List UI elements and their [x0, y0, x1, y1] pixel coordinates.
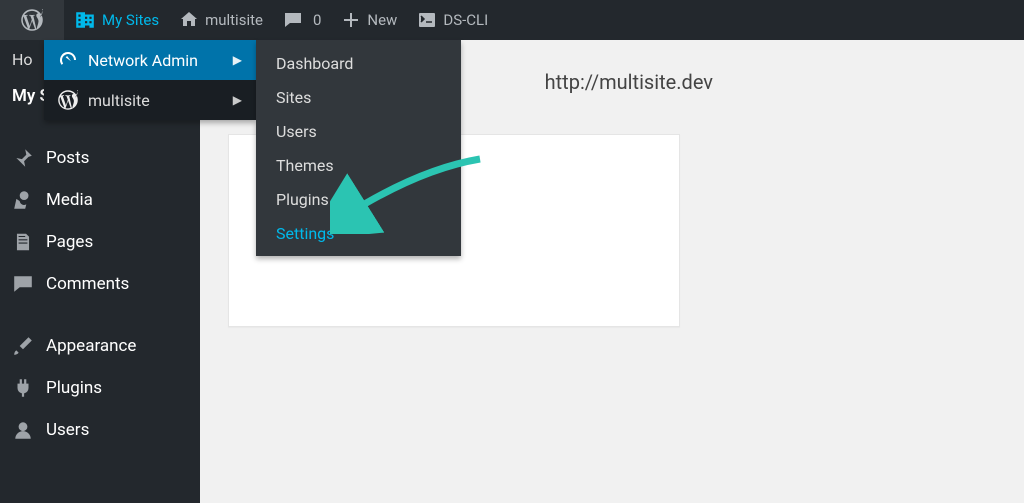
dashboard-icon	[58, 50, 78, 70]
submenu-item-label: Users	[276, 122, 317, 141]
comment-icon	[283, 10, 303, 30]
sidebar-item-label: Posts	[46, 148, 89, 168]
submenu-settings[interactable]: Settings	[256, 216, 461, 250]
wp-logo[interactable]	[0, 0, 64, 40]
submenu-themes[interactable]: Themes	[256, 148, 461, 182]
sidebar-item-label: Pages	[46, 232, 93, 252]
submenu-dashboard[interactable]: Dashboard	[256, 46, 461, 80]
wordpress-icon	[21, 9, 43, 31]
submenu-item-label: Settings	[276, 224, 334, 243]
plugin-icon	[12, 377, 34, 399]
adminbar-site-name[interactable]: multisite	[169, 0, 273, 40]
sidebar-item-comments[interactable]: Comments	[0, 263, 200, 305]
brush-icon	[12, 335, 34, 357]
sidebar-item-label: Comments	[46, 274, 129, 294]
sidebar-item-posts[interactable]: Posts	[0, 137, 200, 179]
network-admin-submenu: Dashboard Sites Users Themes Plugins Set…	[256, 40, 461, 256]
submenu-item-label: Dashboard	[276, 54, 353, 73]
adminbar-my-sites[interactable]: My Sites	[64, 0, 169, 40]
chevron-right-icon: ▶	[233, 53, 242, 67]
plus-icon	[341, 10, 361, 30]
adminbar-comments-count: 0	[313, 11, 321, 29]
pin-icon	[12, 147, 34, 169]
sidebar-item-label: Appearance	[46, 336, 136, 356]
media-icon	[12, 189, 34, 211]
flyout-network-admin-label: Network Admin	[88, 51, 198, 70]
submenu-item-label: Plugins	[276, 190, 329, 209]
pages-icon	[12, 231, 34, 253]
sidebar-item-label: Plugins	[46, 378, 102, 398]
adminbar-new-label: New	[367, 11, 397, 29]
sidebar-item-appearance[interactable]: Appearance	[0, 325, 200, 367]
adminbar-new[interactable]: New	[331, 0, 407, 40]
terminal-icon	[417, 10, 437, 30]
sidebar-item-plugins[interactable]: Plugins	[0, 367, 200, 409]
submenu-item-label: Themes	[276, 156, 334, 175]
submenu-users[interactable]: Users	[256, 114, 461, 148]
flyout-subsite-label: multisite	[88, 91, 150, 110]
chevron-right-icon: ▶	[233, 93, 242, 107]
admin-bar: My Sites multisite 0 New DS-CLI	[0, 0, 1024, 40]
adminbar-dscli-label: DS-CLI	[443, 11, 488, 29]
flyout-network-admin[interactable]: Network Admin ▶	[44, 40, 256, 80]
user-icon	[12, 419, 34, 441]
comment-icon	[12, 273, 34, 295]
wordpress-icon	[58, 90, 78, 110]
sidebar-item-label: Users	[46, 420, 89, 440]
submenu-sites[interactable]: Sites	[256, 80, 461, 114]
home-icon	[179, 10, 199, 30]
adminbar-dscli[interactable]: DS-CLI	[407, 0, 498, 40]
submenu-item-label: Sites	[276, 88, 311, 107]
my-sites-flyout: Network Admin ▶ multisite ▶	[44, 40, 256, 120]
sidebar-item-users[interactable]: Users	[0, 409, 200, 451]
submenu-plugins[interactable]: Plugins	[256, 182, 461, 216]
sidebar-item-pages[interactable]: Pages	[0, 221, 200, 263]
sidebar-item-label: Media	[46, 190, 93, 210]
adminbar-site-name-label: multisite	[205, 11, 263, 29]
sidebar-item-media[interactable]: Media	[0, 179, 200, 221]
adminbar-my-sites-label: My Sites	[102, 11, 159, 29]
multisite-icon	[74, 9, 96, 31]
adminbar-comments[interactable]: 0	[273, 0, 331, 40]
flyout-subsite[interactable]: multisite ▶	[44, 80, 256, 120]
